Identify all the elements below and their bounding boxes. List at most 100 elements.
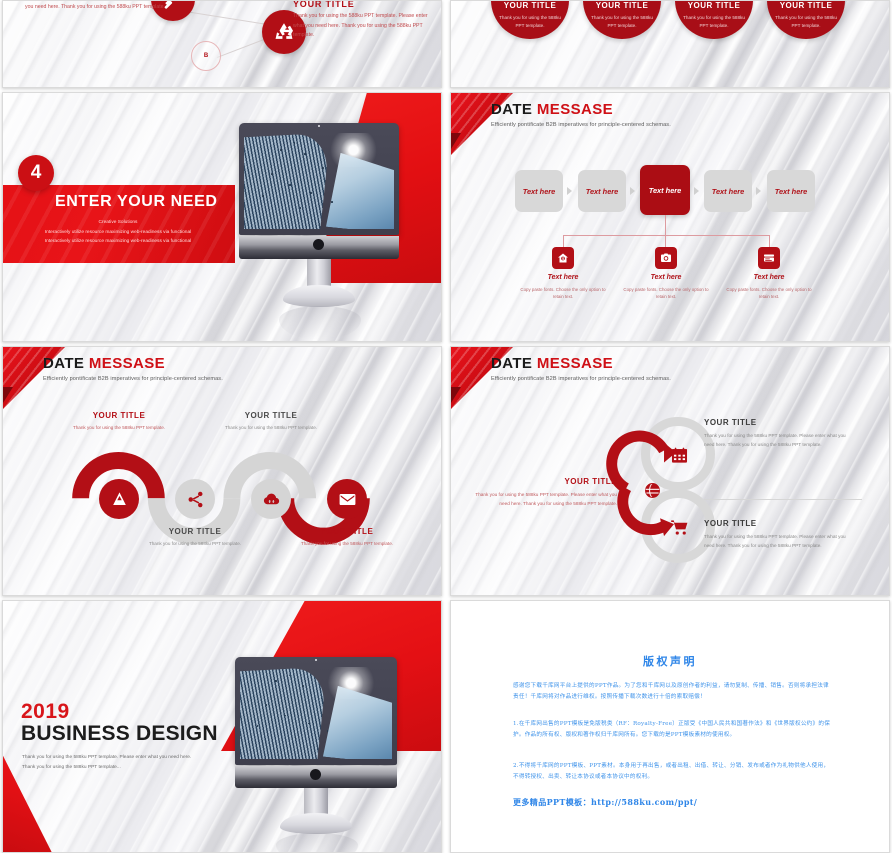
main-body: Thank you for using the 588ku PPT templa… <box>22 755 192 770</box>
credit-card-icon <box>764 254 774 262</box>
imac-logo <box>310 769 321 780</box>
circle-card-4[interactable]: YOUR TITLE Thank you for using the 588ku… <box>767 1 845 39</box>
slide-thumbnail-4[interactable]: DATE MESSASE Efficiently pontificate B2B… <box>450 92 890 342</box>
chevron-right-icon-1 <box>567 187 572 195</box>
copyright-paragraph-3: 2.不得将千库网的PPT模板、PPT素材。本身用于再出售，或者出租、出借、转让、… <box>513 763 830 781</box>
item-title: YOUR TITLE <box>704 519 757 528</box>
imac-reflection <box>279 306 361 340</box>
imac-illustration <box>235 657 405 852</box>
more-templates-url: http://588ku.com/ppt/ <box>590 797 698 807</box>
imac-reflection <box>276 833 358 852</box>
card-icon-1[interactable] <box>552 247 574 269</box>
item-body: Thank you for using the 588ku PPT templa… <box>704 433 846 447</box>
pyramid-icon <box>112 491 126 505</box>
birds-group <box>244 129 394 229</box>
slide-1-content: B Thank you for using the 588ku PPT temp… <box>3 1 441 87</box>
s-curve-graphic <box>72 452 370 545</box>
connector-drop-2 <box>665 235 666 247</box>
slide-2-content: YOUR TITLE Thank you for using the 588ku… <box>451 1 889 87</box>
slide-thumbnail-6[interactable]: DATE MESSASE Efficiently pontificate B2B… <box>450 346 890 596</box>
more-templates-label: 更多精品PPT模板： <box>513 797 591 807</box>
imac-camera <box>315 659 317 661</box>
item-body: Thank you for using the 588ku PPT templa… <box>475 492 617 506</box>
slide-1-right-body: Thank you for using the 588ku PPT templa… <box>293 13 428 39</box>
chevron-right-icon-3 <box>694 187 699 195</box>
more-templates-link[interactable]: 更多精品PPT模板：http://588ku.com/ppt/ <box>513 797 697 808</box>
process-step-5[interactable]: Text here <box>767 170 815 212</box>
right-bottom-text: YOUR TITLE Thank you for using the 588ku… <box>704 519 854 550</box>
node-1[interactable] <box>99 479 139 519</box>
slide-thumbnail-7[interactable]: 2019 BUSINESS DESIGN Thank you for using… <box>2 600 442 853</box>
process-step-label: Text here <box>648 185 682 195</box>
card-icon-2[interactable] <box>655 247 677 269</box>
calendar-icon <box>671 447 687 463</box>
card-body: Copy paste fonts. Choose the only option… <box>726 287 812 300</box>
process-step-label: Text here <box>774 186 808 196</box>
card-icon-3[interactable] <box>758 247 780 269</box>
red-s-arrow <box>606 430 676 537</box>
item-text-1: YOUR TITLE Thank you for using the 588ku… <box>64 411 174 432</box>
info-card-1: Text here Copy paste fonts. Choose the o… <box>515 274 611 301</box>
card-title: Text here <box>547 274 579 281</box>
share-icon <box>188 491 202 507</box>
cloud-sync-icon <box>263 493 279 504</box>
divider <box>704 499 862 500</box>
globe-icon <box>644 482 660 498</box>
circle-card-2[interactable]: YOUR TITLE Thank you for using the 588ku… <box>583 1 661 39</box>
birds-group <box>240 663 392 759</box>
circle-card-title: YOUR TITLE <box>687 1 741 10</box>
connector-horizontal <box>563 235 769 236</box>
slide-thumbnail-5[interactable]: DATE MESSASE Efficiently pontificate B2B… <box>2 346 442 596</box>
slide-thumbnail-3[interactable]: 4 ENTER YOUR NEED Creative Solutions Int… <box>2 92 442 342</box>
ring-top-icon-wrap <box>667 443 691 467</box>
node-3[interactable] <box>251 479 291 519</box>
slide-deck-grid: B Thank you for using the 588ku PPT temp… <box>0 0 892 853</box>
process-step-label: Text here <box>522 186 556 196</box>
card-body: Copy paste fonts. Choose the only option… <box>520 287 606 300</box>
camera-icon <box>661 253 671 262</box>
circle-card-3[interactable]: YOUR TITLE Thank you for using the 588ku… <box>675 1 753 39</box>
slide-thumbnail-2[interactable]: YOUR TITLE Thank you for using the 588ku… <box>450 0 890 88</box>
item-title: YOUR TITLE <box>168 527 222 536</box>
slide-thumbnail-8[interactable]: 版权声明 感谢您下载千库网平台上提供的PPT作品。为了您和千库网以及原创作者的利… <box>450 600 890 853</box>
marker-b[interactable]: B <box>191 41 221 71</box>
circle-card-title: YOUR TITLE <box>779 1 833 10</box>
process-step-3[interactable]: Text here <box>640 165 690 215</box>
slide-1-left-body: Thank you for using the 588ku PPT templa… <box>25 3 165 10</box>
circle-card-body: Thank you for using the 588ku PPT templa… <box>775 15 837 28</box>
item-body: Thank you for using the 588ku PPT templa… <box>148 541 242 546</box>
process-step-2[interactable]: Text here <box>578 170 626 212</box>
item-title: YOUR TITLE <box>704 418 757 427</box>
node-2[interactable] <box>175 479 215 519</box>
recycle-icon <box>275 23 293 39</box>
slide-3-title: ENTER YOUR NEED <box>55 193 218 210</box>
imac-stand-base <box>283 285 355 307</box>
copyright-paragraph-1: 感谢您下载千库网平台上提供的PPT作品。为了您和千库网以及原创作者的利益，请勿复… <box>513 683 829 701</box>
item-body: Thank you for using the 588ku PPT templa… <box>224 425 318 430</box>
process-step-1[interactable]: Text here <box>515 170 563 212</box>
imac-screen <box>244 129 394 229</box>
house-dollar-icon <box>558 253 568 263</box>
year-label: 2019 <box>21 700 70 723</box>
circle-card-body: Thank you for using the 588ku PPT templa… <box>499 15 561 28</box>
connector-vertical-main <box>665 215 666 235</box>
item-body: Thank you for using the 588ku PPT templa… <box>72 425 166 430</box>
process-step-4[interactable]: Text here <box>704 170 752 212</box>
slide-3-sub-heading: Creative Solutions <box>98 220 138 225</box>
left-text: YOUR TITLE Thank you for using the 588ku… <box>467 477 617 508</box>
imac-screen <box>240 663 392 759</box>
slide-1-right-text: YOUR TITLE Thank you for using the 588ku… <box>293 1 429 41</box>
node-4[interactable] <box>327 479 367 519</box>
circle-card-1[interactable]: YOUR TITLE Thank you for using the 588ku… <box>491 1 569 39</box>
process-row: Text here Text here Text here Text here … <box>451 93 889 341</box>
item-title: YOUR TITLE <box>320 527 374 536</box>
imac-camera <box>318 125 320 127</box>
process-step-label: Text here <box>585 186 619 196</box>
slide-thumbnail-1[interactable]: B Thank you for using the 588ku PPT temp… <box>2 0 442 88</box>
item-title: YOUR TITLE <box>564 477 617 486</box>
circle-card-title: YOUR TITLE <box>503 1 557 10</box>
chevron-right-icon-2 <box>630 187 635 195</box>
imac-illustration <box>239 123 409 341</box>
info-card-3: Text here Copy paste fonts. Choose the o… <box>721 274 817 301</box>
item-text-4: YOUR TITLE Thank you for using the 588ku… <box>292 527 402 548</box>
